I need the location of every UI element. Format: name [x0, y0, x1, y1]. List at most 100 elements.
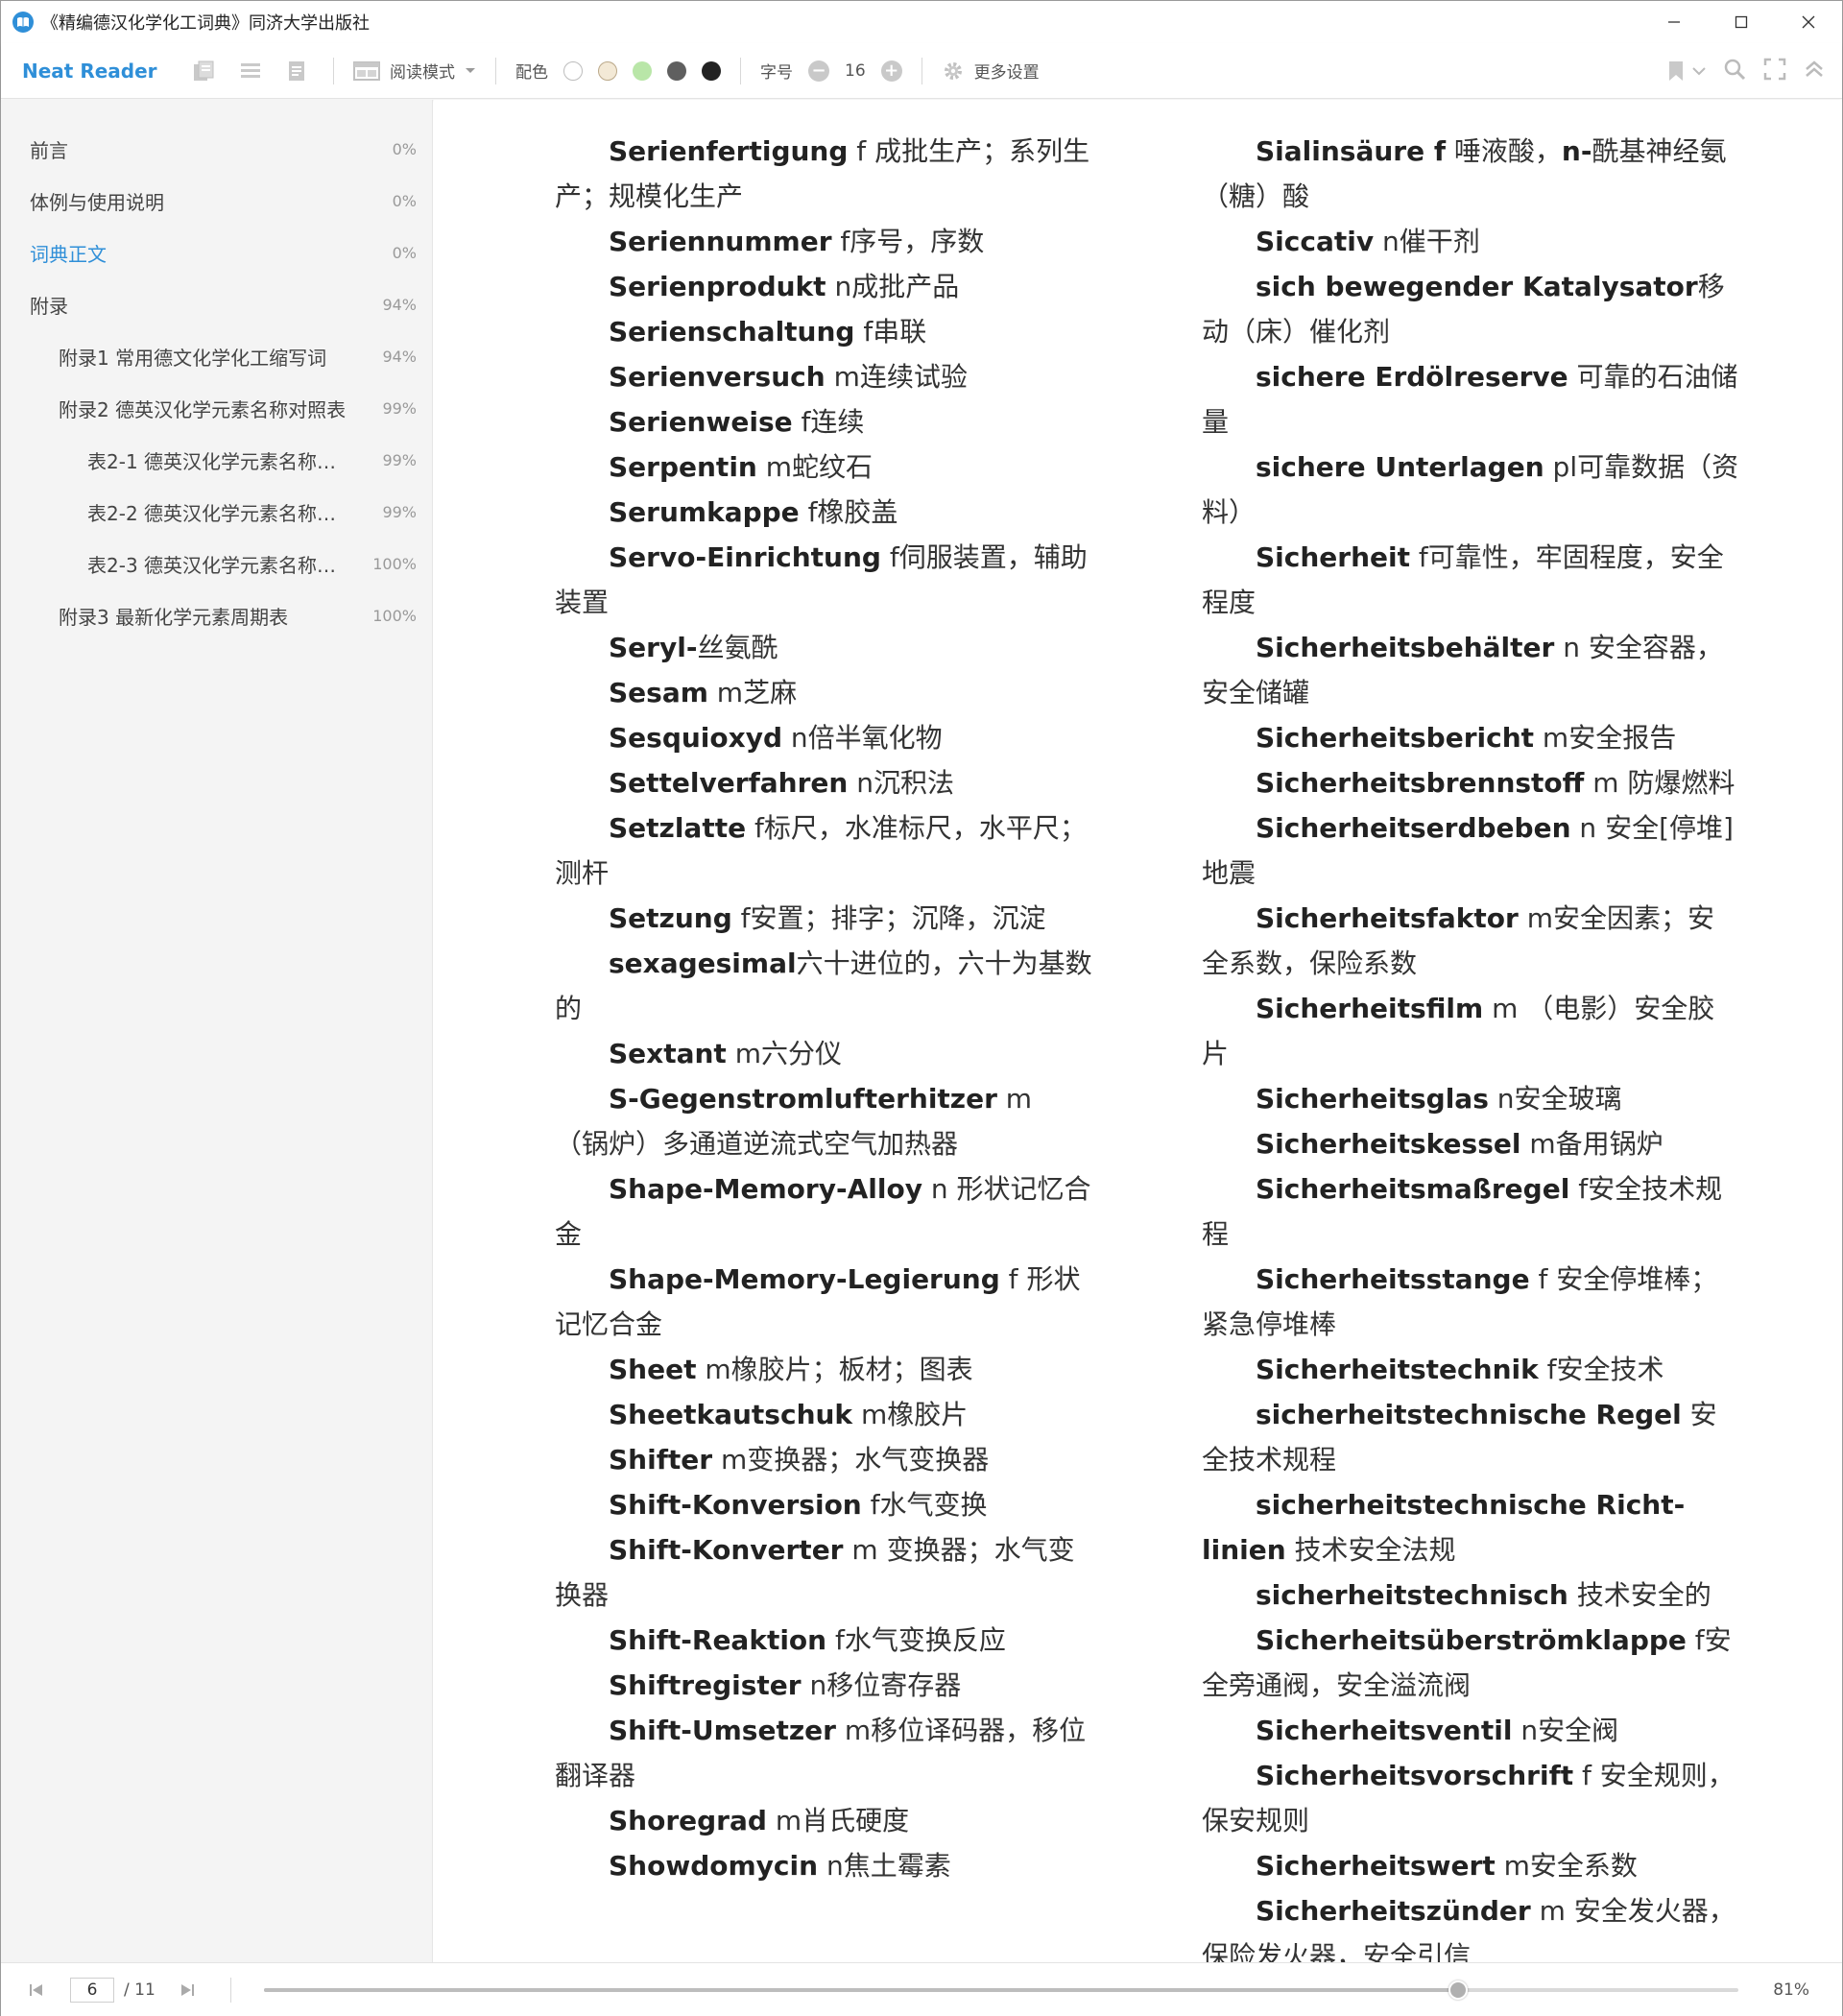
font-size-increase-button[interactable]: + — [880, 60, 902, 82]
entry-definition: m橡胶片；板材；图表 — [696, 1354, 973, 1385]
entry-definition: f安置；排字；沉降，沉淀 — [731, 902, 1046, 934]
search-icon — [1724, 59, 1746, 81]
toolbar-divider — [495, 57, 496, 84]
entry-term: Sicherheitswert — [1256, 1850, 1496, 1882]
color-swatch-sepia[interactable] — [598, 60, 617, 81]
bottom-bar: 6 / 11 81% — [1, 1962, 1842, 2016]
toc-item[interactable]: 附录1 常用德文化学化工缩写词 94% — [1, 330, 432, 382]
document-icon — [289, 60, 304, 81]
chevron-down-icon — [1692, 67, 1706, 76]
fullscreen-button[interactable] — [1763, 58, 1786, 84]
dictionary-entry: Serienweise f连续 — [555, 399, 1092, 444]
toc-sidebar: 前言 0% 体例与使用说明 0% 词典正文 0% 附录 94% 附录1 常用德文化学化工缩写词 9… — [1, 100, 433, 1962]
toc-item[interactable]: 表2-3 德英汉化学元素名称… 100% — [1, 538, 432, 589]
toc-item-progress: 94% — [382, 347, 417, 366]
reading-mode-dropdown[interactable]: 阅读模式 — [353, 59, 476, 83]
entry-term: Seriennummer — [609, 226, 832, 257]
entry-definition: f水气变换 — [861, 1489, 988, 1521]
page-number-input[interactable]: 6 — [70, 1977, 114, 2003]
entry-definition: f水气变换反应 — [826, 1624, 1006, 1656]
toc-item[interactable]: 附录3 最新化学元素周期表 100% — [1, 589, 432, 641]
dictionary-entry: Shiftregister n移位寄存器 — [555, 1663, 1092, 1708]
list-icon — [241, 62, 260, 78]
entry-definition: f连续 — [792, 406, 865, 438]
maximize-button[interactable] — [1708, 1, 1775, 43]
toc-item-progress: 99% — [382, 398, 417, 418]
toc-item[interactable]: 附录2 德英汉化学元素名称对照表 99% — [1, 382, 432, 434]
entry-term: sicherheitstechnisch — [1256, 1579, 1568, 1611]
reading-progress-slider[interactable] — [264, 1980, 1738, 2000]
toc-item[interactable]: 表2-2 德英汉化学元素名称… 99% — [1, 486, 432, 538]
dictionary-entry: sichere Unterlagen pl可靠数据（资料） — [1202, 444, 1739, 535]
search-button[interactable] — [1723, 58, 1746, 84]
bookmark-button[interactable] — [1667, 60, 1706, 83]
dictionary-entry: Settelverfahren n沉积法 — [555, 760, 1092, 805]
entry-term: Sesquioxyd — [609, 722, 782, 754]
toc-item-progress: 100% — [372, 606, 417, 625]
last-page-button[interactable] — [173, 1976, 202, 2004]
toolbar-right-group — [1667, 43, 1825, 99]
notes-button[interactable] — [279, 54, 314, 88]
bottom-divider — [229, 1977, 231, 2003]
dictionary-entry: Serumkappe f橡胶盖 — [555, 490, 1092, 535]
entry-term: Serumkappe — [609, 496, 800, 528]
toc-item-label: 附录1 常用德文化学化工缩写词 — [59, 346, 327, 370]
toc-item[interactable]: 体例与使用说明 0% — [1, 175, 432, 227]
color-swatch-gray[interactable] — [667, 60, 686, 81]
dictionary-entry: Shape-Memory-Legierung f 形状记忆合金 — [555, 1257, 1092, 1347]
first-page-button[interactable] — [22, 1976, 51, 2004]
dictionary-entry: Serienfertigung f 成批生产；系列生产；规模化生产 — [555, 129, 1092, 219]
entry-definition: m蛇纹石 — [756, 451, 874, 483]
toolbar: Neat Reader 阅读模式 配色 字号 − 16 + 更多设置 — [1, 43, 1842, 99]
dictionary-entry: S-Gegenstromlufterhitzer m （锅炉）多通道逆流式空气加… — [555, 1076, 1092, 1166]
library-button[interactable] — [187, 54, 222, 88]
entry-term: Serienversuch — [609, 361, 826, 393]
entry-term: Settelverfahren — [609, 767, 849, 799]
dictionary-entry: Sicherheitsstange f 安全停堆棒；紧急停堆棒 — [1202, 1257, 1739, 1347]
entry-term: sichere Erdölreserve — [1256, 361, 1568, 393]
toolbar-divider — [740, 57, 741, 84]
collapse-toolbar-button[interactable] — [1804, 59, 1825, 84]
dictionary-entry: Siccativ n催干剂 — [1202, 219, 1739, 264]
entry-term: Sicherheitserdbeben — [1256, 812, 1571, 844]
color-swatch-black[interactable] — [702, 60, 721, 81]
entry-definition: m 防爆燃料 — [1584, 767, 1735, 799]
entry-definition: m变换器；水气变换器 — [712, 1444, 990, 1476]
toc-item[interactable]: 词典正文 0% — [1, 227, 432, 278]
entry-term: Setzung — [609, 902, 732, 934]
font-size-value: 16 — [845, 60, 866, 81]
dictionary-entry: Sextant m六分仪 — [555, 1031, 1092, 1076]
progress-fill — [264, 1988, 1459, 1992]
dictionary-entry: Sicherheitsglas n安全玻璃 — [1202, 1076, 1739, 1121]
maximize-icon — [1735, 15, 1748, 29]
minimize-button[interactable] — [1640, 1, 1708, 43]
toc-item[interactable]: 前言 0% — [1, 123, 432, 175]
dictionary-entry: sichere Erdölreserve 可靠的石油储量 — [1202, 354, 1739, 444]
toc-button[interactable] — [233, 54, 268, 88]
dictionary-entry: sexagesimal六十进位的，六十为基数的 — [555, 941, 1092, 1031]
color-swatch-green[interactable] — [633, 60, 652, 81]
font-size-decrease-button[interactable]: − — [808, 60, 829, 82]
entry-term: Shift-Konversion — [609, 1489, 862, 1521]
entry-term: Setzlatte — [609, 812, 747, 844]
progress-knob[interactable] — [1448, 1980, 1469, 2000]
entry-term: Shifter — [609, 1444, 713, 1476]
more-settings-button[interactable]: 更多设置 — [942, 59, 1040, 83]
toc-item[interactable]: 表2-1 德英汉化学元素名称… 99% — [1, 434, 432, 486]
entry-term: Shoregrad — [609, 1805, 767, 1836]
entry-definition: f橡胶盖 — [799, 496, 898, 528]
dictionary-entry: Sicherheitserdbeben n 安全[停堆]地震 — [1202, 805, 1739, 896]
close-button[interactable] — [1775, 1, 1842, 43]
dictionary-entry: Sicherheitsbericht m安全报告 — [1202, 715, 1739, 760]
entry-term: S-Gegenstromlufterhitzer — [609, 1083, 997, 1115]
skip-to-end-icon — [180, 1983, 194, 1996]
reader-window: 《精编德汉化学化工词典》同济大学出版社 Neat Reader 阅读模式 配色 … — [0, 0, 1843, 2016]
dictionary-entry: Shape-Memory-Alloy n 形状记忆合金 — [555, 1166, 1092, 1257]
entry-term: Serienschaltung — [609, 316, 855, 348]
toc-item[interactable]: 附录 94% — [1, 278, 432, 330]
entry-term: Shiftregister — [609, 1669, 802, 1701]
reading-mode-icon — [353, 60, 380, 81]
bookmark-icon — [1669, 61, 1683, 81]
entry-definition: f串联 — [854, 316, 927, 348]
color-swatch-white[interactable] — [563, 60, 583, 81]
